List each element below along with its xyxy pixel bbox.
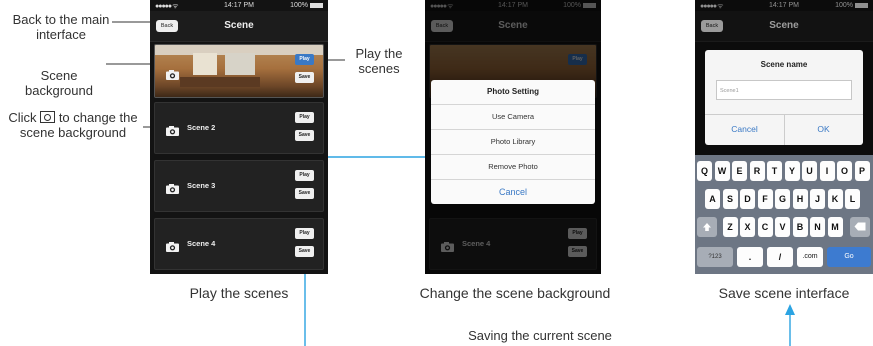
annotation-click-post: to change the scene background (19, 110, 138, 140)
key-v[interactable]: V (775, 217, 790, 237)
phone-photo-setting: ●●●●● ᯤ 14:17 PM 100% Back Scene Play Sc… (425, 0, 601, 274)
caption-play-scenes: Play the scenes (150, 286, 328, 301)
scene-card-1[interactable]: Play Save (154, 44, 324, 98)
caption-save-text: Save scene interface (718, 285, 850, 301)
key-q[interactable]: Q (697, 161, 712, 181)
nav-bar: Back Scene (150, 11, 328, 42)
annotation-play-text: Play the scenes (355, 46, 403, 76)
key-u[interactable]: U (802, 161, 817, 181)
key-h[interactable]: H (792, 189, 808, 209)
key-j[interactable]: J (810, 189, 825, 209)
key-b[interactable]: B (792, 217, 808, 237)
dialog-cancel-button[interactable]: Cancel (705, 114, 784, 145)
play-button[interactable]: Play (295, 170, 314, 181)
annotation-play-scenes: Play the scenes (344, 46, 414, 76)
delete-icon (854, 222, 866, 231)
status-bar: ●●●●● ᯤ 14:17 PM 100% (150, 0, 328, 11)
key-f[interactable]: F (757, 189, 773, 209)
annotation-scene-bg-text: Scene background (25, 68, 93, 98)
play-button[interactable]: Play (295, 228, 314, 239)
photo-library-option[interactable]: Photo Library (431, 129, 595, 154)
annotation-click-pre: Click (8, 110, 37, 125)
photo-setting-sheet: Photo Setting Use Camera Photo Library R… (431, 80, 595, 204)
sheet-title: Photo Setting (487, 87, 539, 96)
scene-name: Scene 4 (187, 239, 216, 248)
play-button[interactable]: Play (295, 54, 314, 65)
key-d[interactable]: D (740, 189, 755, 209)
key-i[interactable]: I (819, 161, 835, 181)
key-p[interactable]: P (854, 161, 870, 181)
delete-key[interactable] (850, 217, 870, 237)
camera-icon[interactable] (166, 239, 179, 252)
key-g[interactable]: G (775, 189, 790, 209)
arrow-head-save-interface (785, 304, 795, 315)
cancel-button[interactable]: Cancel (431, 179, 595, 204)
scene-background-photo (155, 45, 323, 97)
shift-icon (703, 223, 711, 231)
key-n[interactable]: N (810, 217, 825, 237)
scene-name: Scene 3 (187, 181, 216, 190)
scene-card-2[interactable]: Scene 2 Play Save (154, 102, 324, 154)
use-camera-option[interactable]: Use Camera (431, 104, 595, 129)
save-button[interactable]: Save (295, 72, 314, 83)
camera-icon (40, 111, 56, 123)
keyboard: Q W E R T Y U I O P A S D F G H J K L Z … (695, 155, 873, 274)
key-k[interactable]: K (827, 189, 843, 209)
dialog-title: Scene name (760, 60, 808, 69)
caption-save-interface: Save scene interface (695, 286, 873, 301)
save-button[interactable]: Save (295, 130, 314, 141)
phone-save-scene: ●●●●● ᯤ 14:17 PM 100% Back Scene Scene n… (695, 0, 873, 274)
key-z[interactable]: Z (722, 217, 738, 237)
key-slash[interactable]: / (767, 247, 793, 267)
key-l[interactable]: L (845, 189, 860, 209)
save-button[interactable]: Save (295, 188, 314, 199)
key-c[interactable]: C (757, 217, 773, 237)
key-r[interactable]: R (749, 161, 765, 181)
annotation-click-change: Click to change the scene background (0, 110, 146, 140)
scene-card-4[interactable]: Scene 4 Play Save (154, 218, 324, 270)
scene-name-input[interactable]: Scene1 (716, 80, 852, 100)
key-dotcom[interactable]: .com (797, 247, 823, 267)
caption-play-text: Play the scenes (189, 285, 289, 301)
camera-icon[interactable] (166, 67, 179, 80)
key-w[interactable]: W (714, 161, 730, 181)
dialog-ok-button[interactable]: OK (784, 114, 863, 145)
key-period[interactable]: . (737, 247, 763, 267)
go-key[interactable]: Go (827, 247, 871, 267)
key-t[interactable]: T (767, 161, 782, 181)
annotation-scene-bg: Scene background (14, 68, 104, 98)
key-o[interactable]: O (837, 161, 852, 181)
remove-photo-option[interactable]: Remove Photo (431, 154, 595, 179)
save-button[interactable]: Save (295, 246, 314, 257)
numbers-key[interactable]: ?123 (697, 247, 733, 267)
page-title: Scene (224, 20, 254, 31)
camera-icon[interactable] (166, 123, 179, 136)
scene-card-3[interactable]: Scene 3 Play Save (154, 160, 324, 212)
key-m[interactable]: M (827, 217, 843, 237)
key-a[interactable]: A (705, 189, 720, 209)
scene-name-dialog: Scene name Scene1 Cancel OK (705, 50, 863, 145)
key-s[interactable]: S (722, 189, 738, 209)
key-e[interactable]: E (732, 161, 747, 181)
caption-change-bg: Change the scene background (380, 286, 650, 301)
scene-name: Scene 2 (187, 123, 216, 132)
caption-saving-scene: Saving the current scene (440, 328, 640, 343)
shift-key[interactable] (697, 217, 717, 237)
caption-change-text: Change the scene background (419, 285, 611, 301)
camera-icon[interactable] (166, 181, 179, 194)
key-x[interactable]: X (740, 217, 755, 237)
battery-indicator: 100% (290, 2, 323, 9)
key-y[interactable]: Y (784, 161, 800, 181)
caption-saving-text: Saving the current scene (468, 328, 612, 343)
battery-icon (310, 2, 323, 8)
phone-scene-list: ●●●●● ᯤ 14:17 PM 100% Back Scene Play Sa… (150, 0, 328, 274)
play-button[interactable]: Play (295, 112, 314, 123)
